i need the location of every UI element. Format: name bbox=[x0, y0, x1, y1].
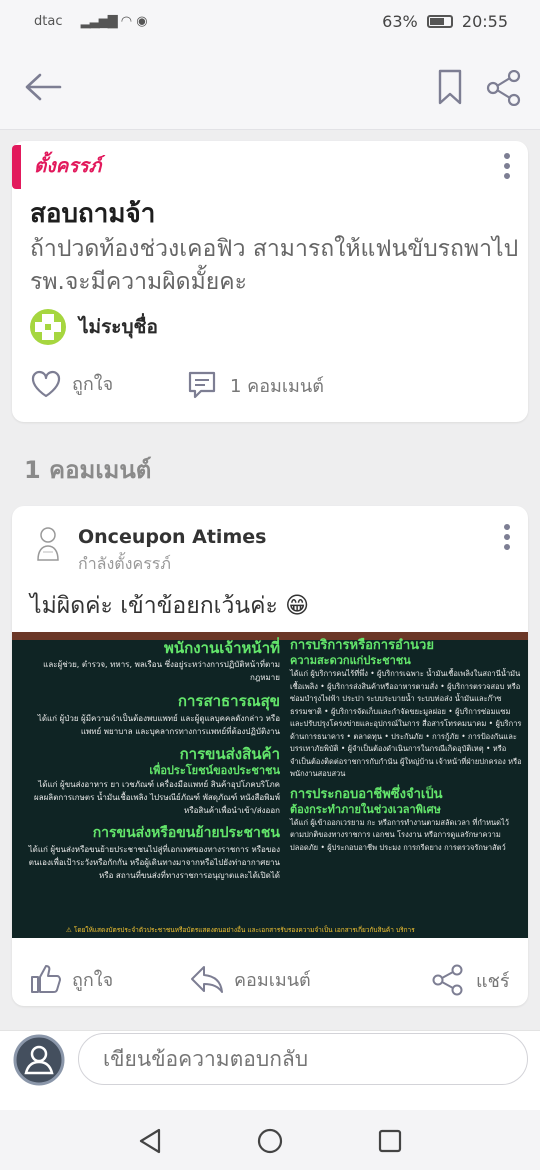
image-heading-6: การประกอบอาชีพซึ่งจำเป็น bbox=[290, 786, 443, 802]
share-icon[interactable] bbox=[486, 70, 522, 106]
comment-image[interactable]: พนักงานเจ้าหน้าที่ และผู้ช่วย, ตำรวจ, ทห… bbox=[12, 632, 528, 938]
comment-share-label: แชร์ bbox=[476, 970, 510, 992]
bookmark-icon[interactable] bbox=[437, 69, 463, 105]
image-footer-note: ⚠ โดยให้แสดงบัตรประจำตัวประชาชนหรือบัตรแ… bbox=[66, 926, 415, 934]
image-text-5: ได้แก่ ผู้บริการคนไร้ที่พึ่ง • ผู้บริการ… bbox=[290, 669, 522, 778]
comment-author[interactable]: Onceupon Atimes bbox=[78, 526, 266, 548]
image-heading-3: การขนส่งสินค้า bbox=[179, 745, 280, 763]
system-nav-bar bbox=[0, 1110, 540, 1170]
reply-icon bbox=[191, 966, 223, 993]
back-arrow-icon[interactable] bbox=[24, 72, 62, 102]
status-bar: dtac ▂▃▅▇ ◠ ◉ 63% 20:55 bbox=[0, 0, 540, 44]
carrier-label: dtac bbox=[34, 14, 63, 29]
image-heading-5b: ความสะดวกแก่ประชาชน bbox=[290, 654, 411, 667]
comment-more-options-icon[interactable] bbox=[502, 524, 512, 554]
comment-share-button[interactable]: แชร์ bbox=[432, 964, 510, 996]
post-author: ไม่ระบุชื่อ bbox=[79, 316, 158, 338]
wifi-icon: ◠ bbox=[120, 14, 133, 29]
image-text-2: ได้แก่ ผู้ป่วย ผู้มีความจำเป็นต้องพบแพทย… bbox=[37, 714, 280, 736]
post-tag[interactable]: ตั้งครรภ์ bbox=[34, 151, 101, 181]
author-row[interactable]: ไม่ระบุชื่อ bbox=[30, 309, 158, 345]
comment-count-label: 1 คอมเมนต์ bbox=[230, 375, 324, 397]
thumbs-up-icon bbox=[31, 965, 61, 993]
image-heading-2: การสาธารณสุข bbox=[177, 692, 280, 710]
battery-percent: 63% bbox=[382, 12, 418, 31]
more-options-icon[interactable] bbox=[502, 153, 512, 183]
image-heading-6b: ต้องกระทำภายในช่วงเวลาพิเศษ bbox=[290, 802, 441, 816]
image-text-4: ได้แก่ ผู้ขนส่งหรือขนย้ายประชาชนไปสู่ที่… bbox=[28, 845, 280, 880]
heart-icon bbox=[31, 370, 61, 397]
comments-header: 1 คอมเมนต์ bbox=[24, 456, 152, 484]
image-heading-4: การขนส่งหรือขนย้ายประชาชน bbox=[92, 825, 280, 841]
comment-icon bbox=[188, 371, 216, 399]
comment-reply-label: คอมเมนต์ bbox=[234, 969, 311, 991]
comment-count-button[interactable]: 1 คอมเมนต์ bbox=[186, 369, 324, 401]
comment-like-button[interactable]: ถูกใจ bbox=[30, 964, 113, 994]
app-bar bbox=[0, 44, 540, 130]
reply-bar bbox=[0, 1030, 540, 1110]
image-text-6: ได้แก่ ผู้เข้าออกเวรยาม กะ หรือการทำงานต… bbox=[290, 817, 510, 852]
image-heading-3b: เพื่อประโยชน์ของประชาชน bbox=[149, 764, 280, 777]
back-nav-icon[interactable] bbox=[138, 1128, 162, 1154]
comment-reply-button[interactable]: คอมเมนต์ bbox=[190, 964, 311, 994]
user-avatar-icon[interactable] bbox=[13, 1034, 65, 1086]
post-body: ถ้าปวดท้องช่วงเคอฟิว สามารถให้แฟนขับรถพา… bbox=[30, 236, 519, 295]
image-heading-5: การบริการหรือการอำนวย bbox=[290, 638, 434, 653]
share-small-icon bbox=[432, 964, 463, 996]
comment-like-label: ถูกใจ bbox=[72, 969, 114, 991]
anonymous-avatar-icon bbox=[30, 309, 66, 345]
image-right-column: การบริการหรือการอำนวย ความสะดวกแก่ประชาช… bbox=[290, 638, 522, 854]
clock: 20:55 bbox=[461, 12, 508, 31]
eye-icon: ◉ bbox=[136, 14, 148, 29]
image-left-column: พนักงานเจ้าหน้าที่ และผู้ช่วย, ตำรวจ, ทห… bbox=[18, 638, 280, 882]
comment-card: Onceupon Atimes กำลังตั้งครรภ์ ไม่ผิดค่ะ… bbox=[12, 506, 528, 1006]
home-nav-icon[interactable] bbox=[257, 1128, 283, 1154]
recents-nav-icon[interactable] bbox=[378, 1129, 402, 1153]
battery-icon bbox=[426, 15, 453, 28]
image-heading-1: พนักงานเจ้าหน้าที่ bbox=[163, 639, 280, 657]
comment-author-status: กำลังตั้งครรภ์ bbox=[78, 554, 171, 573]
comment-text: ไม่ผิดค่ะ เข้าข้อยกเว้นค่ะ 😁 bbox=[30, 593, 310, 619]
like-button[interactable]: ถูกใจ bbox=[30, 369, 113, 398]
reply-input[interactable] bbox=[78, 1033, 528, 1085]
image-text-3: ได้แก่ ผู้ขนส่งอาหาร ยา เวชภัณฑ์ เครื่อง… bbox=[34, 780, 280, 815]
commenter-avatar[interactable] bbox=[32, 524, 64, 562]
signal-icon: ▂▃▅▇ bbox=[80, 14, 118, 29]
like-label: ถูกใจ bbox=[72, 374, 114, 395]
post-title: สอบถามจ้า bbox=[30, 199, 156, 229]
post-card: ตั้งครรภ์ สอบถามจ้า ถ้าปวดท้องช่วงเคอฟิว… bbox=[12, 141, 528, 422]
image-text-1: และผู้ช่วย, ตำรวจ, ทหาร, พลเรือน ซึ่งอยู… bbox=[43, 660, 280, 682]
tag-indicator bbox=[12, 145, 21, 189]
